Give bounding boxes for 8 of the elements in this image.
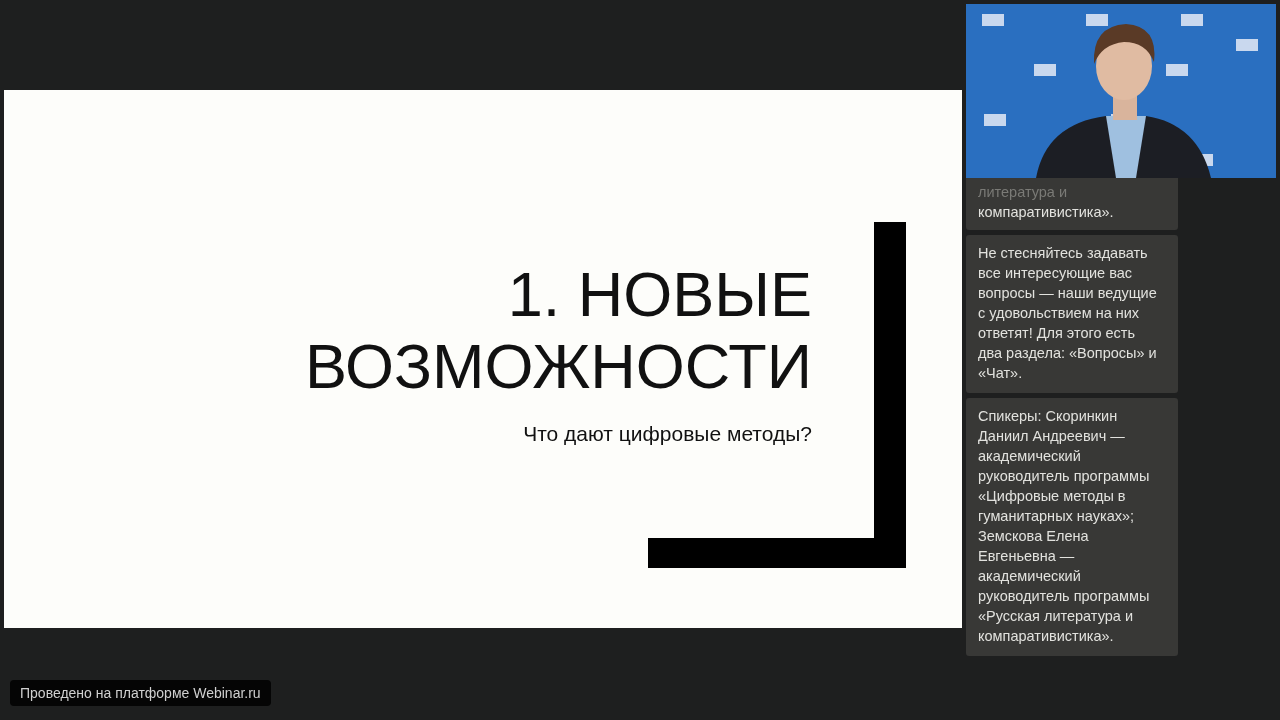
slide-title: ВОЗМОЖНОСТИ: [305, 330, 812, 402]
slide-subtitle: Что дают цифровые методы?: [523, 422, 812, 446]
chat-message: Спикеры: Скоринкин Даниил Андреевич — академический руководитель программы «Цифровые методы в гуманитарных науках»; Земскова Елена Евгеньевна — академический руководитель программы «Русская литература и компаративистика».: [966, 398, 1178, 656]
message-text: литература и: [978, 183, 1069, 202]
chat-message: Не стесняйтесь задавать все интересующие вас вопросы — наши ведущие с удовольствием на них ответят! Для этого есть два раздела: «Вопросы» и «Чат».: [966, 235, 1178, 393]
slide-title: 1. НОВЫЕ: [507, 258, 812, 330]
message-text: компаративистика».: [978, 203, 1115, 222]
platform-badge: Проведено на платформе Webinar.ru: [10, 680, 271, 706]
